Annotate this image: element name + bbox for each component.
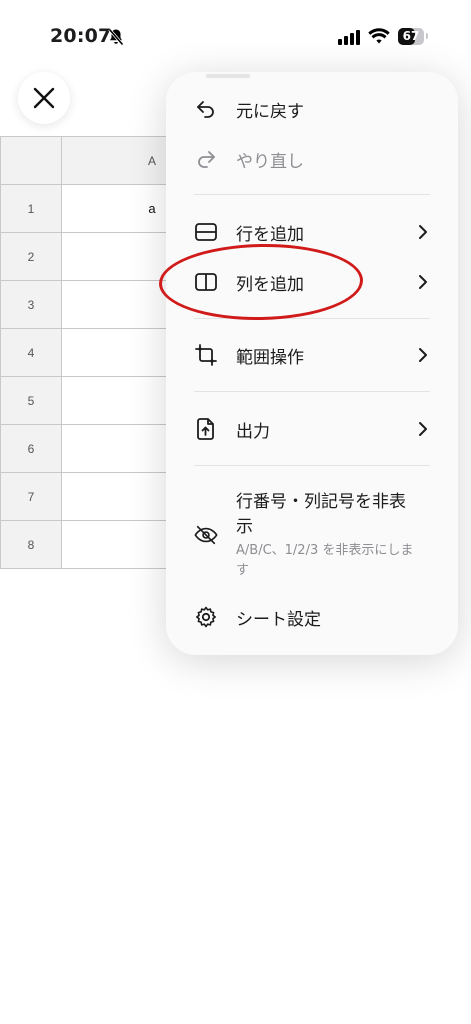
redo-icon (194, 147, 218, 171)
menu-item-undo[interactable]: 元に戻す (166, 96, 458, 122)
corner-header[interactable] (0, 136, 62, 185)
chevron-right-icon (419, 348, 427, 362)
silent-bell-icon (108, 28, 124, 46)
context-menu: 元に戻す やり直し 行を追加 列を追加 範囲操作 出力 行番号・列記号を非表示 … (166, 72, 458, 655)
close-button[interactable] (18, 72, 70, 124)
export-file-icon (194, 417, 218, 441)
menu-divider (194, 194, 430, 195)
eye-slash-icon (194, 523, 218, 547)
battery-icon: 67 (398, 28, 424, 45)
chevron-right-icon (419, 275, 427, 289)
menu-item-range-operations[interactable]: 範囲操作 (166, 342, 458, 368)
menu-grabber (206, 74, 250, 78)
menu-divider (194, 318, 430, 319)
add-row-icon (194, 220, 218, 244)
menu-divider (194, 465, 430, 466)
battery-tip (426, 33, 428, 39)
gear-icon (194, 605, 218, 629)
chevron-right-icon (419, 225, 427, 239)
row-header[interactable]: 3 (0, 280, 62, 329)
menu-item-label: 行を追加 (236, 224, 304, 245)
wifi-icon (368, 28, 390, 44)
menu-item-add-column[interactable]: 列を追加 (166, 269, 458, 295)
menu-item-export[interactable]: 出力 (166, 416, 458, 442)
close-icon (33, 87, 55, 109)
hide-headers-subtitle: A/B/C、1/2/3 を非表示にします (236, 543, 414, 578)
status-bar: 20:07 67 (0, 0, 471, 60)
row-header[interactable]: 8 (0, 520, 62, 569)
menu-item-label: やり直し (236, 151, 304, 172)
menu-item-label: 範囲操作 (236, 347, 304, 368)
menu-item-redo: やり直し (166, 146, 458, 172)
cellular-signal-icon (338, 29, 360, 45)
crop-icon (194, 343, 218, 367)
row-header[interactable]: 2 (0, 232, 62, 281)
menu-item-label: 列を追加 (236, 274, 304, 295)
row-header[interactable]: 5 (0, 376, 62, 425)
add-column-icon (194, 270, 218, 294)
battery-percent: 67 (402, 29, 420, 43)
chevron-right-icon (419, 422, 427, 436)
menu-item-add-row[interactable]: 行を追加 (166, 219, 458, 245)
menu-item-label: 出力 (236, 421, 270, 442)
undo-icon (194, 97, 218, 121)
row-header[interactable]: 1 (0, 184, 62, 233)
row-header[interactable]: 6 (0, 424, 62, 473)
menu-item-label: 元に戻す (236, 101, 304, 122)
row-header[interactable]: 4 (0, 328, 62, 377)
hide-headers-title: 行番号・列記号を非表示 (236, 492, 406, 537)
menu-item-label: シート設定 (236, 609, 321, 630)
status-time: 20:07 (50, 25, 112, 47)
menu-item-sheet-settings[interactable]: シート設定 (166, 604, 458, 630)
menu-divider (194, 391, 430, 392)
row-header[interactable]: 7 (0, 472, 62, 521)
